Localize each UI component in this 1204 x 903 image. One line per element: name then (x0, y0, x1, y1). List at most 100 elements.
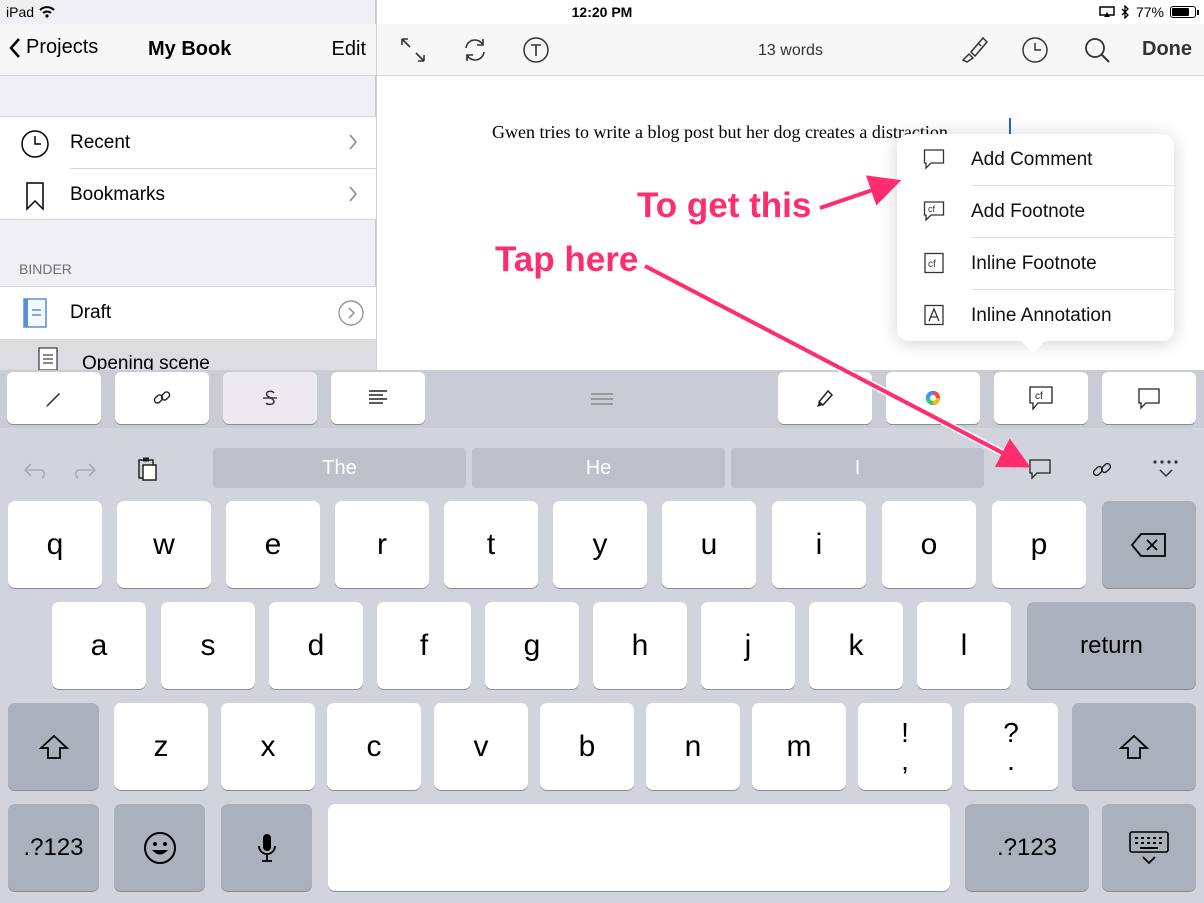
footnote-icon: cf (1028, 385, 1054, 411)
link-button[interactable] (115, 372, 209, 424)
sidebar-nav-bar: Projects My Book Edit (0, 24, 376, 76)
highlighter-button[interactable] (778, 372, 872, 424)
menu-item-add-footnote[interactable]: cf Add Footnote (897, 186, 1174, 238)
numbers-key-left[interactable]: .?123 (8, 804, 99, 891)
key-l[interactable]: l (917, 602, 1011, 689)
key-u[interactable]: u (662, 501, 756, 588)
binder-header: BINDER (19, 261, 72, 277)
key-s[interactable]: s (161, 602, 255, 689)
key-x[interactable]: x (221, 703, 315, 790)
menu-item-label: Add Comment (971, 149, 1093, 170)
word-count[interactable]: 13 words (377, 42, 1204, 60)
strikethrough-button[interactable] (223, 372, 317, 424)
key-top-char: ? (1003, 716, 1019, 748)
key-e[interactable]: e (226, 501, 320, 588)
sidebar-group-recent: Recent Bookmarks (0, 116, 376, 220)
key-j[interactable]: j (701, 602, 795, 689)
hide-keyboard-key[interactable] (1102, 804, 1196, 891)
key-b[interactable]: b (540, 703, 634, 790)
delete-key[interactable] (1102, 501, 1196, 588)
key-m[interactable]: m (752, 703, 846, 790)
key-v[interactable]: v (434, 703, 528, 790)
keyboard: cf The He I q w e r t y u i o p a s d f … (0, 370, 1204, 903)
paragraph-format-button[interactable] (331, 372, 425, 424)
sidebar-item-recent[interactable]: Recent (0, 117, 376, 169)
menu-item-inline-annotation[interactable]: Inline Annotation (897, 290, 1174, 342)
sidebar-title: My Book (148, 38, 232, 60)
key-i[interactable]: i (772, 501, 866, 588)
key-c[interactable]: c (327, 703, 421, 790)
key-w[interactable]: w (117, 501, 211, 588)
key-z[interactable]: z (114, 703, 208, 790)
sidebar-item-bookmarks[interactable]: Bookmarks (0, 169, 376, 221)
redo-icon[interactable] (70, 458, 98, 480)
paintbrush-icon[interactable] (959, 34, 989, 64)
back-button[interactable]: Projects (8, 36, 98, 59)
dictation-key[interactable] (221, 804, 312, 891)
insert-popup-menu: Add Comment cf Add Footnote cf Inline Fo… (897, 134, 1174, 353)
bookmark-icon (20, 181, 50, 211)
color-wheel-icon (925, 390, 941, 406)
bluetooth-icon (1121, 5, 1130, 19)
drag-handle-icon[interactable] (590, 392, 614, 406)
numbers-key-right[interactable]: .?123 (965, 804, 1089, 891)
undo-icon[interactable] (22, 458, 50, 480)
emoji-key[interactable] (114, 804, 205, 891)
suggestion-1[interactable]: The (213, 448, 466, 488)
shift-icon (1119, 734, 1149, 760)
draft-folder-icon (22, 297, 48, 329)
key-d[interactable]: d (269, 602, 363, 689)
key-o[interactable]: o (882, 501, 976, 588)
suggestion-3[interactable]: I (731, 448, 984, 488)
comment-shortcut-icon[interactable] (1028, 458, 1052, 480)
pencil-button[interactable] (7, 372, 101, 424)
key-h[interactable]: h (593, 602, 687, 689)
battery-percent: 77% (1135, 4, 1164, 20)
inline-annotation-icon (923, 304, 945, 326)
binder-item-opening-scene[interactable]: Opening scene (0, 339, 376, 374)
key-a[interactable]: a (52, 602, 146, 689)
document-icon (38, 347, 58, 371)
comment-button[interactable] (1102, 372, 1196, 424)
shift-key-left[interactable] (8, 703, 99, 790)
sidebar-group-binder: Draft (0, 286, 376, 339)
status-bar: iPad 12:20 PM 77% (0, 0, 1204, 24)
key-n[interactable]: n (646, 703, 740, 790)
key-question-period[interactable]: ? . (964, 703, 1058, 790)
shortcut-bar: The He I (0, 444, 1204, 488)
edit-button[interactable]: Edit (332, 38, 366, 61)
clock-icon (20, 129, 50, 159)
disclosure-circle-icon[interactable] (338, 300, 364, 326)
menu-item-inline-footnote[interactable]: cf Inline Footnote (897, 238, 1174, 290)
highlighter-icon (814, 387, 836, 409)
space-bar[interactable] (328, 804, 950, 891)
key-k[interactable]: k (809, 602, 903, 689)
key-q[interactable]: q (8, 501, 102, 588)
key-r[interactable]: r (335, 501, 429, 588)
editor-toolbar: 13 words Done (377, 24, 1204, 76)
more-shortcuts-icon[interactable] (1152, 458, 1180, 482)
history-clock-icon[interactable] (1021, 36, 1049, 64)
binder-item-draft[interactable]: Draft (0, 287, 376, 339)
link-shortcut-icon[interactable] (1090, 458, 1114, 482)
document-text[interactable]: Gwen tries to write a blog post but her … (492, 122, 952, 143)
suggestion-2[interactable]: He (472, 448, 725, 488)
paste-icon[interactable] (136, 456, 158, 482)
menu-item-add-comment[interactable]: Add Comment (897, 134, 1174, 186)
key-g[interactable]: g (485, 602, 579, 689)
search-icon[interactable] (1083, 36, 1111, 64)
shift-key-right[interactable] (1072, 703, 1196, 790)
text-color-button[interactable] (886, 372, 980, 424)
key-f[interactable]: f (377, 602, 471, 689)
footnote-icon: cf (923, 200, 945, 222)
link-icon (151, 387, 173, 409)
comment-icon (1137, 386, 1161, 410)
footnote-button[interactable]: cf (994, 372, 1088, 424)
key-t[interactable]: t (444, 501, 538, 588)
key-exclamation-comma[interactable]: ! , (858, 703, 952, 790)
done-button[interactable]: Done (1142, 38, 1192, 61)
key-bottom-char: , (901, 744, 909, 776)
return-key[interactable]: return (1027, 602, 1196, 689)
key-p[interactable]: p (992, 501, 1086, 588)
key-y[interactable]: y (553, 501, 647, 588)
